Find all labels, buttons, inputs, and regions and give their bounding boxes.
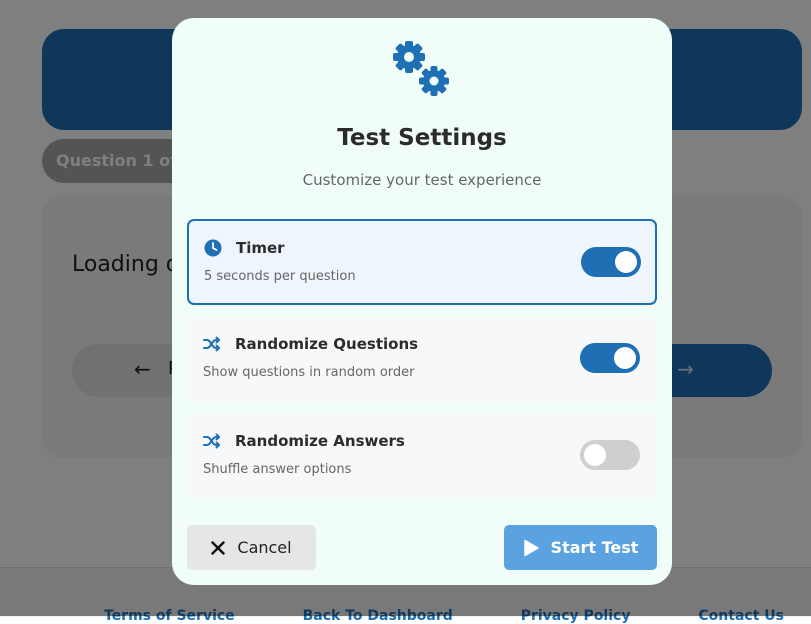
start-test-button[interactable]: Start Test <box>504 525 657 570</box>
modal-subtitle: Customize your test experience <box>302 171 542 189</box>
cancel-button-label: Cancel <box>237 538 292 557</box>
option-randomize-answers[interactable]: Randomize Answers Shuffle answer options <box>187 413 657 499</box>
toggle-knob <box>584 444 606 466</box>
gears-icon <box>393 41 449 96</box>
option-title: Randomize Questions <box>235 335 419 353</box>
start-test-button-label: Start Test <box>550 538 639 557</box>
option-randomize-questions[interactable]: Randomize Questions Show questions in ra… <box>187 316 657 402</box>
option-description: Show questions in random order <box>203 365 415 380</box>
option-title: Timer <box>236 239 285 257</box>
option-title: Randomize Answers <box>235 432 405 450</box>
play-icon <box>523 539 539 556</box>
modal-title: Test Settings <box>337 125 507 151</box>
close-icon <box>211 540 226 555</box>
cancel-button[interactable]: Cancel <box>187 525 316 570</box>
randomize-questions-toggle[interactable] <box>580 343 640 373</box>
option-timer[interactable]: Timer 5 seconds per question <box>187 219 657 305</box>
option-description: Shuffle answer options <box>203 462 352 477</box>
toggle-knob <box>615 251 637 273</box>
randomize-answers-toggle[interactable] <box>580 440 640 470</box>
clock-icon <box>204 239 222 257</box>
shuffle-icon <box>203 433 220 449</box>
toggle-knob <box>614 347 636 369</box>
test-settings-modal: Test Settings Customize your test experi… <box>172 18 672 585</box>
option-description: 5 seconds per question <box>204 269 356 284</box>
timer-toggle[interactable] <box>581 247 641 277</box>
shuffle-icon <box>203 336 220 352</box>
